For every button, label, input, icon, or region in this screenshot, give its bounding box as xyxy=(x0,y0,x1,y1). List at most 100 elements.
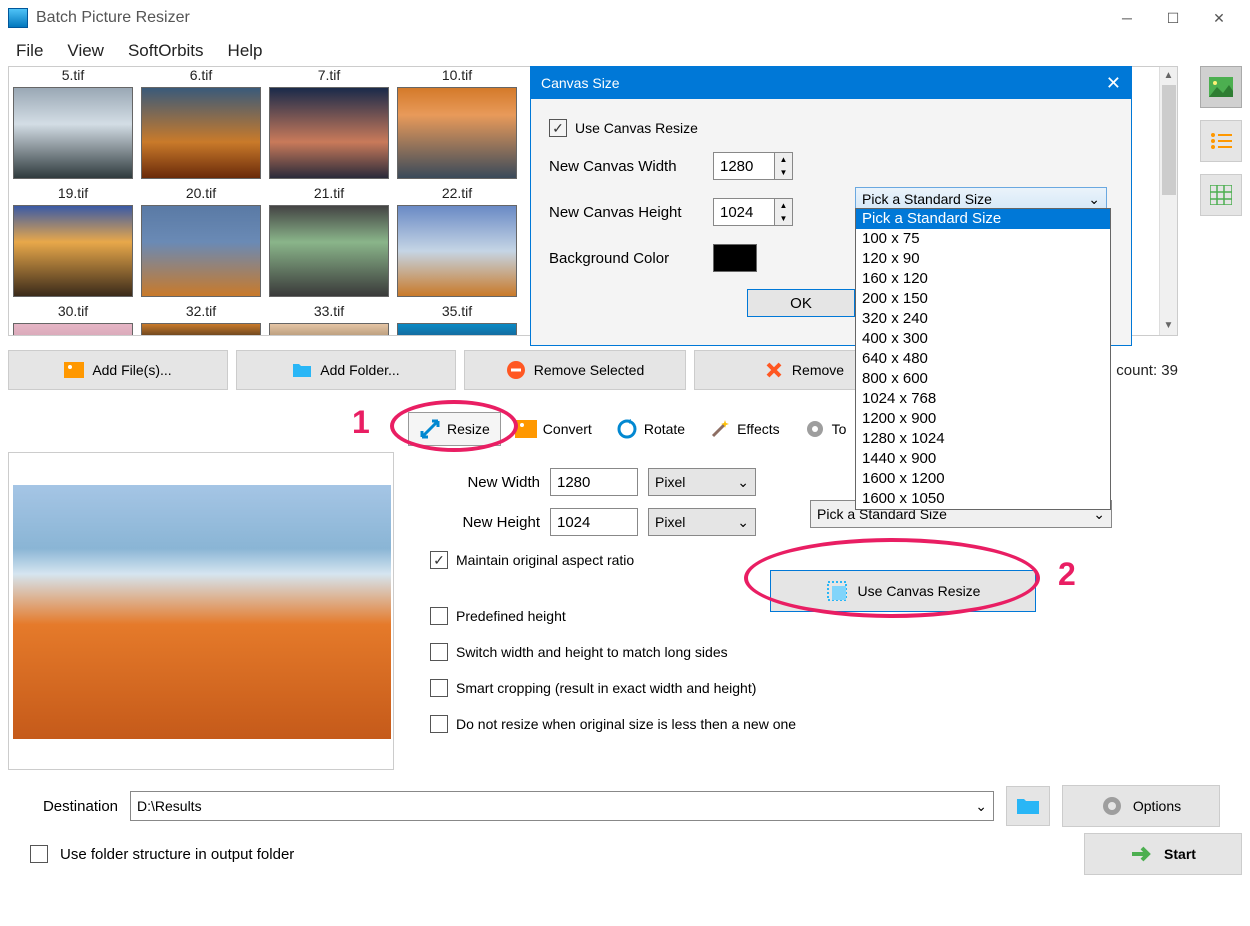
thumb-item[interactable]: 7.tif xyxy=(265,67,393,185)
menu-help[interactable]: Help xyxy=(218,39,273,63)
predef-height-checkbox[interactable] xyxy=(430,607,448,625)
gallery-scrollbar[interactable]: ▲ ▼ xyxy=(1159,67,1177,335)
use-canvas-resize-checkbox[interactable]: ✓ xyxy=(549,119,567,137)
menu-softorbits[interactable]: SoftOrbits xyxy=(118,39,214,63)
dropdown-option[interactable]: 1440 x 900 xyxy=(856,449,1110,469)
tab-bar: Resize Convert Rotate Effects To xyxy=(408,410,856,448)
thumb-item[interactable]: 32.tif xyxy=(137,303,265,336)
browse-button[interactable] xyxy=(1006,786,1050,826)
folder-icon xyxy=(292,360,312,380)
thumb-item[interactable]: 10.tif xyxy=(393,67,521,185)
thumb-item[interactable]: 5.tif xyxy=(9,67,137,185)
options-button[interactable]: Options xyxy=(1062,785,1220,827)
chevron-down-icon: ⌄ xyxy=(737,474,749,491)
no-resize-smaller-checkbox[interactable] xyxy=(430,715,448,733)
dropdown-option[interactable]: 100 x 75 xyxy=(856,229,1110,249)
dialog-titlebar[interactable]: Canvas Size✕ xyxy=(531,67,1131,99)
smart-crop-checkbox[interactable] xyxy=(430,679,448,697)
dropdown-option[interactable]: 120 x 90 xyxy=(856,249,1110,269)
convert-icon xyxy=(515,418,537,440)
view-thumbnails-button[interactable] xyxy=(1200,66,1242,108)
maintain-ratio-checkbox[interactable]: ✓ xyxy=(430,551,448,569)
grid-icon xyxy=(1210,185,1232,205)
dropdown-option[interactable]: 160 x 120 xyxy=(856,269,1110,289)
view-list-button[interactable] xyxy=(1200,120,1242,162)
new-width-input[interactable] xyxy=(550,468,638,496)
rotate-icon xyxy=(616,418,638,440)
use-folder-structure-checkbox[interactable] xyxy=(30,845,48,863)
canvas-height-spinner[interactable]: ▲▼ xyxy=(775,198,793,226)
thumb-item[interactable]: 19.tif xyxy=(9,185,137,303)
image-icon xyxy=(64,360,84,380)
close-button[interactable]: ✕ xyxy=(1196,3,1242,33)
dropdown-option[interactable]: 800 x 600 xyxy=(856,369,1110,389)
annotation-number-1: 1 xyxy=(352,404,370,441)
dropdown-option[interactable]: 1600 x 1050 xyxy=(856,489,1110,509)
thumb-item[interactable]: 22.tif xyxy=(393,185,521,303)
remove-selected-button[interactable]: Remove Selected xyxy=(464,350,686,390)
canvas-height-input[interactable] xyxy=(713,198,775,226)
thumb-item[interactable]: 33.tif xyxy=(265,303,393,336)
start-button[interactable]: Start xyxy=(1084,833,1242,875)
view-grid-button[interactable] xyxy=(1200,174,1242,216)
titlebar: Batch Picture Resizer ─ ☐ ✕ xyxy=(0,0,1250,36)
picture-icon xyxy=(1209,77,1233,97)
use-canvas-resize-button[interactable]: Use Canvas Resize xyxy=(770,570,1036,612)
height-unit-select[interactable]: Pixel⌄ xyxy=(648,508,756,536)
thumb-item[interactable]: 35.tif xyxy=(393,303,521,336)
scroll-down-icon[interactable]: ▼ xyxy=(1160,317,1177,335)
dialog-ok-button[interactable]: OK xyxy=(747,289,855,317)
dropdown-option[interactable]: 400 x 300 xyxy=(856,329,1110,349)
thumb-item[interactable]: 6.tif xyxy=(137,67,265,185)
scroll-up-icon[interactable]: ▲ xyxy=(1160,67,1177,85)
add-folder-button[interactable]: Add Folder... xyxy=(236,350,456,390)
gear-icon xyxy=(1101,795,1123,817)
destination-select[interactable]: D:\Results⌄ xyxy=(130,791,994,821)
dropdown-option[interactable]: 200 x 150 xyxy=(856,289,1110,309)
canvas-width-spinner[interactable]: ▲▼ xyxy=(775,152,793,180)
dropdown-option[interactable]: 1200 x 900 xyxy=(856,409,1110,429)
dropdown-option[interactable]: Pick a Standard Size xyxy=(856,209,1110,229)
thumb-item[interactable]: 21.tif xyxy=(265,185,393,303)
canvas-width-label: New Canvas Width xyxy=(549,158,699,175)
use-folder-structure-label: Use folder structure in output folder xyxy=(60,846,294,863)
bg-color-picker[interactable] xyxy=(713,244,757,272)
resize-icon xyxy=(419,418,441,440)
chevron-down-icon: ⌄ xyxy=(975,798,987,815)
dropdown-option[interactable]: 320 x 240 xyxy=(856,309,1110,329)
tab-effects[interactable]: Effects xyxy=(699,412,790,446)
chevron-down-icon: ⌄ xyxy=(1088,191,1100,208)
thumb-item[interactable]: 30.tif xyxy=(9,303,137,336)
image-count-label: count: 39 xyxy=(1116,362,1178,379)
tab-resize[interactable]: Resize xyxy=(408,412,501,446)
thumb-item[interactable]: 20.tif xyxy=(137,185,265,303)
tab-rotate[interactable]: Rotate xyxy=(606,412,695,446)
gear-icon xyxy=(804,418,826,440)
canvas-width-input[interactable] xyxy=(713,152,775,180)
view-sidebar xyxy=(1200,66,1242,216)
menu-file[interactable]: File xyxy=(6,39,53,63)
dropdown-option[interactable]: 640 x 480 xyxy=(856,349,1110,369)
canvas-height-label: New Canvas Height xyxy=(549,204,699,221)
width-unit-select[interactable]: Pixel⌄ xyxy=(648,468,756,496)
dialog-close-button[interactable]: ✕ xyxy=(1106,73,1121,94)
standard-size-dropdown: Pick a Standard Size100 x 75120 x 90160 … xyxy=(855,208,1111,510)
list-icon xyxy=(1210,132,1232,150)
new-height-input[interactable] xyxy=(550,508,638,536)
minimize-button[interactable]: ─ xyxy=(1104,3,1150,33)
tab-convert[interactable]: Convert xyxy=(505,412,602,446)
menu-view[interactable]: View xyxy=(57,39,114,63)
bg-color-label: Background Color xyxy=(549,250,699,267)
dropdown-option[interactable]: 1600 x 1200 xyxy=(856,469,1110,489)
annotation-number-2: 2 xyxy=(1058,556,1076,593)
add-files-button[interactable]: Add File(s)... xyxy=(8,350,228,390)
new-height-label: New Height xyxy=(430,514,540,531)
play-icon xyxy=(1130,844,1154,864)
dropdown-option[interactable]: 1024 x 768 xyxy=(856,389,1110,409)
app-icon xyxy=(8,8,28,28)
dropdown-option[interactable]: 1280 x 1024 xyxy=(856,429,1110,449)
tab-tools[interactable]: To xyxy=(794,412,857,446)
chevron-down-icon: ⌄ xyxy=(737,514,749,531)
switch-wh-checkbox[interactable] xyxy=(430,643,448,661)
maximize-button[interactable]: ☐ xyxy=(1150,3,1196,33)
